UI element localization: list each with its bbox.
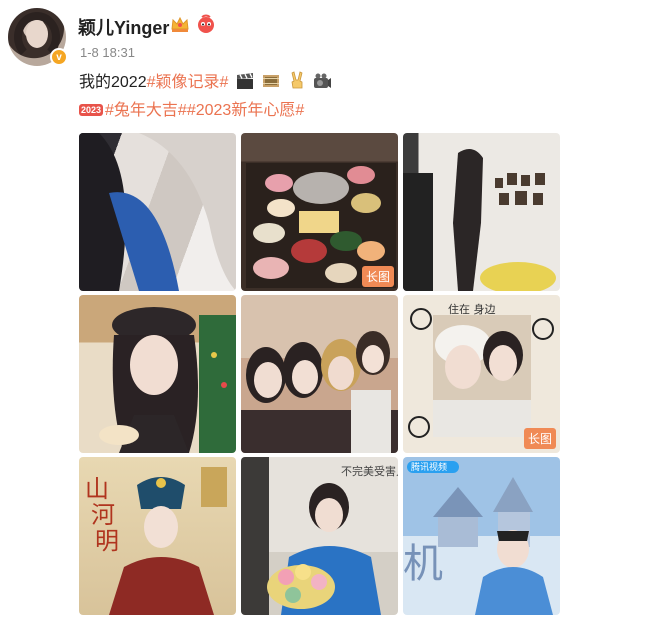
photo-7[interactable]: 山 河 明: [79, 457, 236, 615]
svg-text:机: 机: [403, 541, 443, 587]
svg-text:住在 身边: 住在 身边: [448, 302, 496, 316]
film-icon: [263, 75, 280, 87]
svg-text:明: 明: [95, 527, 119, 555]
svg-text:山: 山: [85, 475, 109, 503]
avatar-face: [26, 20, 48, 48]
svg-text:河: 河: [91, 501, 115, 529]
photo-1[interactable]: [79, 133, 236, 291]
photo-5[interactable]: [241, 295, 398, 453]
fan-badge-icon: [198, 14, 214, 33]
post-text-line-1: 我的2022#颖像记录#: [79, 68, 332, 92]
photo-5-image: [241, 331, 398, 453]
photo-7-image: 山 河 明: [85, 467, 227, 615]
verified-badge-icon: v: [50, 48, 68, 66]
crown-icon: [171, 16, 189, 32]
clapper-icon: [236, 73, 253, 89]
hashtag-link-2[interactable]: #兔年大吉##2023新年心愿#: [105, 102, 304, 119]
long-image-label: 长图: [361, 266, 394, 287]
photo-9[interactable]: 机 腾讯视频: [403, 457, 560, 615]
photo-3-image: [403, 149, 556, 291]
username[interactable]: 颖儿Yinger: [78, 14, 169, 40]
photo-2[interactable]: 长图: [241, 133, 398, 291]
post-text-line-2: 2023 #兔年大吉##2023新年心愿#: [79, 96, 304, 120]
post-text-prefix: 我的2022: [79, 74, 147, 91]
svg-text:不完美受害人: 不完美受害人: [341, 464, 398, 478]
photo-4-image: [99, 307, 236, 453]
photo-6[interactable]: 住在 身边 长图: [403, 295, 560, 453]
post-timestamp: 1-8 18:31: [80, 45, 135, 60]
camera-icon: [314, 73, 332, 88]
weibo-post: v 颖儿Yinger 1-8 18:31 我的2022#颖像记录# 2023 #…: [0, 0, 660, 624]
photo-1-image: [79, 133, 236, 291]
svg-text:腾讯视频: 腾讯视频: [411, 461, 447, 473]
victory-hand-icon: [291, 71, 303, 89]
long-image-label: 长图: [523, 428, 556, 449]
photo-grid: 长图 住在 身边 长图 山 河 明 不完美受害 机 腾讯视频: [79, 133, 561, 617]
new-year-badge: 2023: [79, 104, 104, 116]
photo-3[interactable]: [403, 133, 560, 291]
hashtag-link[interactable]: #颖像记录#: [147, 74, 229, 91]
photo-9-image: 机 腾讯视频: [403, 461, 553, 615]
photo-4[interactable]: [79, 295, 236, 453]
photo-8-image: 不完美受害人: [241, 457, 398, 615]
photo-8[interactable]: 不完美受害人: [241, 457, 398, 615]
